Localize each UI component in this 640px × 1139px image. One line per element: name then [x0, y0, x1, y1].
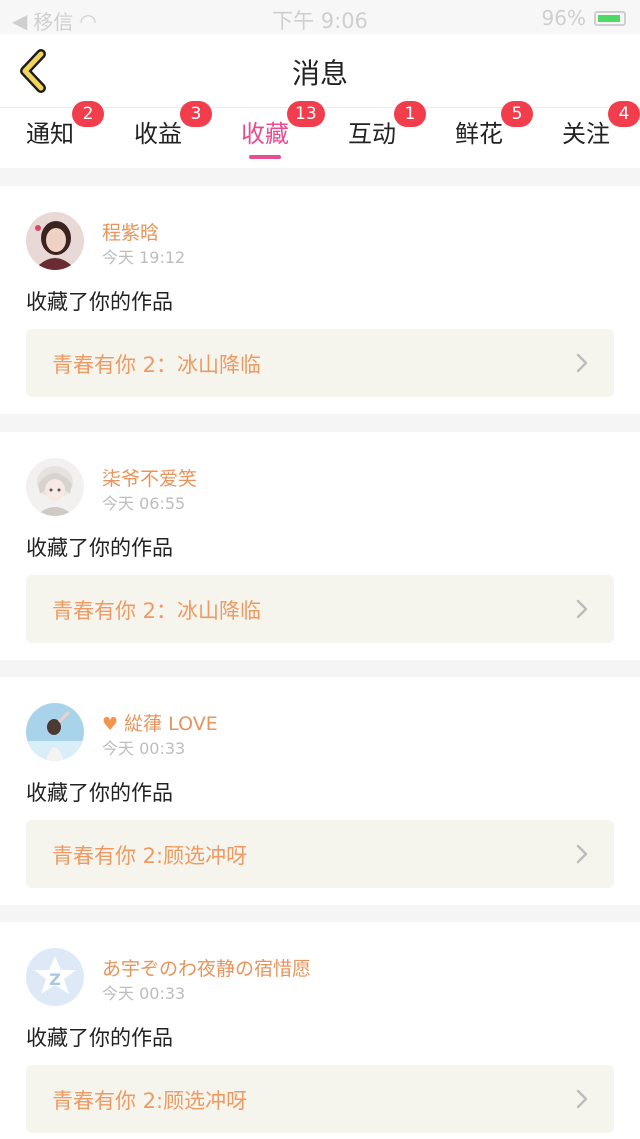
status-right: 96%	[542, 6, 626, 30]
tab-favorites[interactable]: 收藏 13	[241, 101, 325, 159]
avatar[interactable]: Z	[26, 948, 84, 1006]
message-card: ♥ 緃葎 LOVE 今天 00:33 收藏了你的作品 青春有你 2:顾选冲呀	[0, 677, 640, 905]
svg-text:Z: Z	[49, 970, 61, 989]
heart-icon: ♥	[102, 714, 119, 735]
tab-label: 关注	[562, 120, 610, 148]
battery-percent: 96%	[541, 6, 586, 30]
badge-count: 4	[608, 101, 640, 127]
tab-earnings[interactable]: 收益 3	[134, 101, 212, 149]
chevron-right-icon	[576, 844, 588, 864]
navigation-bar: 消息	[0, 34, 640, 108]
tab-interactions[interactable]: 互动 1	[348, 101, 426, 149]
badge-count: 2	[72, 101, 104, 127]
message-card: 柒爷不爱笑 今天 06:55 收藏了你的作品 青春有你 2：冰山降临	[0, 432, 640, 660]
action-text: 收藏了你的作品	[26, 536, 173, 560]
avatar[interactable]	[26, 703, 84, 761]
battery-icon	[594, 10, 626, 26]
tab-label: 通知	[26, 120, 74, 148]
work-title: 青春有你 2：冰山降临	[52, 599, 262, 623]
chevron-right-icon	[576, 599, 588, 619]
work-link[interactable]: 青春有你 2：冰山降临	[26, 575, 614, 643]
timestamp: 今天 00:33	[102, 739, 186, 758]
tab-label: 鲜花	[455, 120, 503, 148]
username-text: 緃葎 LOVE	[124, 713, 218, 735]
work-link[interactable]: 青春有你 2：冰山降临	[26, 329, 614, 397]
badge-count: 13	[287, 101, 325, 127]
active-tab-indicator	[249, 155, 281, 159]
action-text: 收藏了你的作品	[26, 290, 173, 314]
action-text: 收藏了你的作品	[26, 1026, 173, 1050]
action-text: 收藏了你的作品	[26, 781, 173, 805]
tab-following[interactable]: 关注 4	[562, 101, 640, 149]
tab-label: 收益	[134, 120, 182, 148]
badge-count: 3	[180, 101, 212, 127]
work-link[interactable]: 青春有你 2:顾选冲呀	[26, 1065, 614, 1133]
timestamp: 今天 00:33	[102, 984, 186, 1003]
chevron-right-icon	[576, 1089, 588, 1109]
tab-bar: 通知 2 收益 3 收藏 13 互动 1 鲜花 5 关注 4	[0, 101, 640, 168]
page-title: 消息	[291, 57, 348, 90]
username[interactable]: ♥ 緃葎 LOVE	[102, 709, 218, 736]
avatar-photo	[26, 703, 84, 761]
work-title: 青春有你 2:顾选冲呀	[52, 1089, 248, 1113]
chevron-right-icon	[576, 353, 588, 373]
message-card: 程紫晗 今天 19:12 收藏了你的作品 青春有你 2：冰山降临	[0, 186, 640, 414]
avatar-photo	[26, 212, 84, 270]
avatar[interactable]	[26, 458, 84, 516]
username[interactable]: 程紫晗	[102, 218, 159, 245]
tab-notifications[interactable]: 通知 2	[26, 101, 104, 149]
tab-label: 互动	[348, 120, 396, 148]
work-title: 青春有你 2:顾选冲呀	[52, 844, 248, 868]
avatar[interactable]	[26, 212, 84, 270]
username[interactable]: あ宇ぞのわ夜静の宿惜愿	[102, 954, 311, 981]
badge-count: 1	[394, 101, 426, 127]
timestamp: 今天 19:12	[102, 248, 186, 267]
tab-flowers[interactable]: 鲜花 5	[455, 101, 533, 149]
message-card: Z あ宇ぞのわ夜静の宿惜愿 今天 00:33 收藏了你的作品 青春有你 2:顾选…	[0, 922, 640, 1139]
avatar-photo	[26, 458, 84, 516]
timestamp: 今天 06:55	[102, 494, 186, 513]
tab-label: 收藏	[241, 120, 289, 148]
status-bar: ◀ 移信 ◠ 下午 9:06 96%	[0, 0, 640, 34]
badge-count: 5	[501, 101, 533, 127]
default-avatar-icon: Z	[26, 948, 84, 1006]
work-title: 青春有你 2：冰山降临	[52, 353, 262, 377]
work-link[interactable]: 青春有你 2:顾选冲呀	[26, 820, 614, 888]
username[interactable]: 柒爷不爱笑	[102, 464, 197, 491]
